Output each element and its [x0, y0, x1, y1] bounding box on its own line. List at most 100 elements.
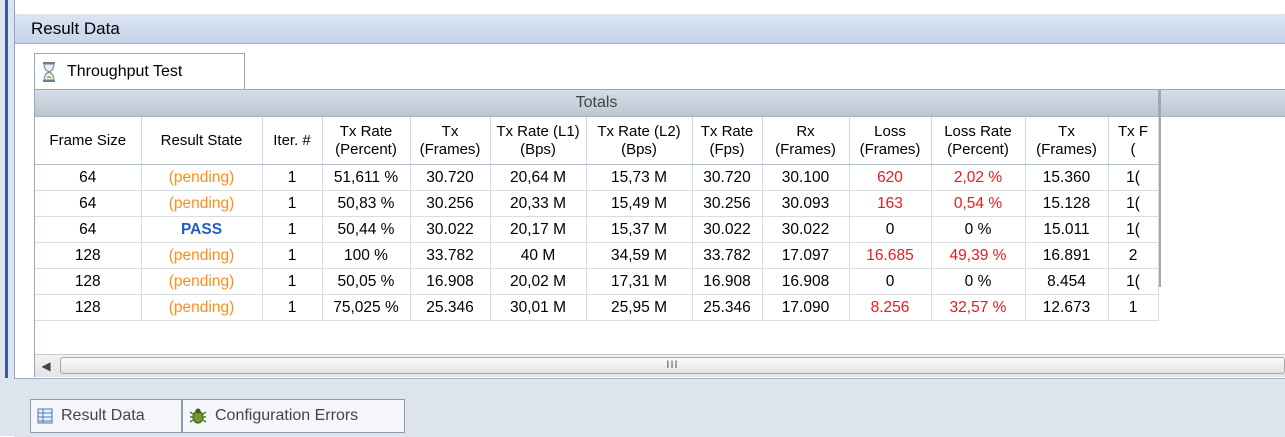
table-cell: 30.093 — [762, 190, 850, 217]
column-header-line1: Tx — [441, 122, 459, 140]
table-cell: 51,611 % — [322, 164, 411, 191]
table-cell: 15,73 M — [586, 164, 693, 191]
table-cell: 620 — [849, 164, 932, 191]
hourglass-icon — [43, 62, 55, 82]
table-cell: 15,37 M — [586, 216, 693, 243]
column-header-line2: ( — [1130, 140, 1136, 158]
table-cell: 1 — [262, 294, 323, 321]
table-cell: 100 % — [322, 242, 411, 269]
table-cell: 30.022 — [692, 216, 763, 243]
table-cell: 30.100 — [762, 164, 850, 191]
table-cell: 30.022 — [762, 216, 850, 243]
table-cell: 16.908 — [410, 268, 491, 295]
tab-result-data[interactable]: Result Data — [30, 399, 182, 433]
column-header[interactable]: Tx F( — [1108, 117, 1159, 165]
column-header-line1: Tx — [1058, 122, 1075, 140]
column-header-line1: Iter. # — [273, 131, 311, 149]
table-row[interactable]: 128 (pending) 1 100 % 33.782 40 M 34,59 M 33.78… — [35, 242, 1159, 269]
column-header[interactable]: Tx Rate (Percent) — [322, 117, 411, 165]
table-cell: 17.090 — [762, 294, 850, 321]
table-cell: 1 — [1108, 294, 1159, 321]
results-grid[interactable]: Totals Frame Size Result State Iter. # Tx R… — [34, 89, 1285, 377]
table-cell: (pending) — [141, 190, 263, 217]
table-cell: 15.128 — [1025, 190, 1109, 217]
scroll-grip: III — [666, 359, 679, 371]
table-cell: (pending) — [141, 242, 263, 269]
table-cell: 25.346 — [410, 294, 491, 321]
table-cell: 1( — [1108, 190, 1159, 217]
grid-icon — [37, 408, 53, 424]
tab-configuration-errors[interactable]: Configuration Errors — [182, 399, 405, 433]
column-header[interactable]: Tx (Frames) — [410, 117, 491, 165]
table-cell: 30,01 M — [490, 294, 587, 321]
table-cell: 8.256 — [849, 294, 932, 321]
column-header-line2: (Percent) — [947, 140, 1009, 158]
column-header[interactable]: Loss (Frames) — [849, 117, 932, 165]
scroll-left-arrow-icon[interactable]: ◀ — [35, 355, 57, 377]
table-cell: 20,33 M — [490, 190, 587, 217]
column-header[interactable]: Loss Rate (Percent) — [931, 117, 1026, 165]
horizontal-scrollbar[interactable]: ◀ III — [35, 354, 1285, 377]
table-row[interactable]: 128 (pending) 1 75,025 % 25.346 30,01 M 25,95 … — [35, 294, 1159, 321]
table-cell: 50,44 % — [322, 216, 411, 243]
table-cell: 1 — [262, 216, 323, 243]
group-header-totals: Totals — [35, 90, 1158, 117]
table-cell: 15.360 — [1025, 164, 1109, 191]
column-header-line2: (Frames) — [859, 140, 921, 158]
table-cell: 20,17 M — [490, 216, 587, 243]
column-header[interactable]: Tx Rate (L1) (Bps) — [490, 117, 587, 165]
table-cell: 1 — [262, 268, 323, 295]
table-cell: 16.908 — [762, 268, 850, 295]
table-cell: 30.256 — [692, 190, 763, 217]
table-cell: 2 — [1108, 242, 1159, 269]
table-cell: 30.022 — [410, 216, 491, 243]
table-cell: 17,31 M — [586, 268, 693, 295]
table-cell: 75,025 % — [322, 294, 411, 321]
result-data-panel: Result Data Throughput Test Totals Frame… — [14, 0, 1285, 378]
table-cell: 20,64 M — [490, 164, 587, 191]
tab-result-data-label: Result Data — [61, 407, 145, 424]
table-cell: 0 % — [931, 216, 1026, 243]
table-cell: (pending) — [141, 268, 263, 295]
column-header[interactable]: Frame Size — [35, 117, 142, 165]
column-header-line1: Result State — [160, 131, 243, 149]
table-cell: 64 — [35, 190, 142, 217]
column-header[interactable]: Rx (Frames) — [762, 117, 850, 165]
table-cell: 16.908 — [692, 268, 763, 295]
table-cell: 2,02 % — [931, 164, 1026, 191]
table-cell: 20,02 M — [490, 268, 587, 295]
column-header[interactable]: Tx (Frames) — [1025, 117, 1109, 165]
table-row[interactable]: 128 (pending) 1 50,05 % 16.908 20,02 M 17,31 M… — [35, 268, 1159, 295]
table-cell: 128 — [35, 294, 142, 321]
table-cell: 33.782 — [410, 242, 491, 269]
column-header-line1: Rx — [796, 122, 815, 140]
tab-throughput-test[interactable]: Throughput Test — [34, 53, 245, 90]
table-cell: 0 — [849, 268, 932, 295]
table-cell: 15.011 — [1025, 216, 1109, 243]
column-header-line1: Tx F — [1118, 122, 1148, 140]
table-cell: 12.673 — [1025, 294, 1109, 321]
column-header-line2: (Bps) — [621, 140, 657, 158]
column-header[interactable]: Tx Rate (Fps) — [692, 117, 763, 165]
column-header[interactable]: Iter. # — [262, 117, 323, 165]
table-row[interactable]: 64 (pending) 1 51,611 % 30.720 20,64 M 15,73 M… — [35, 164, 1159, 191]
table-cell: 16.685 — [849, 242, 932, 269]
table-row[interactable]: 64 PASS 1 50,44 % 30.022 20,17 M 15,37 M 30.022… — [35, 216, 1159, 243]
table-cell: (pending) — [141, 164, 263, 191]
table-cell: 50,05 % — [322, 268, 411, 295]
column-header-line2: (Fps) — [709, 140, 745, 158]
table-cell: 1 — [262, 164, 323, 191]
table-cell: 30.720 — [410, 164, 491, 191]
table-cell: 1( — [1108, 268, 1159, 295]
panel-title: Result Data — [15, 14, 1285, 44]
column-header[interactable]: Result State — [141, 117, 263, 165]
table-cell: 16.891 — [1025, 242, 1109, 269]
table-cell: 25.346 — [692, 294, 763, 321]
group-header-next — [1161, 90, 1285, 117]
column-header-line1: Tx Rate (L1) — [496, 122, 580, 140]
dock-accent-bar — [5, 0, 8, 378]
column-header[interactable]: Tx Rate (L2) (Bps) — [586, 117, 693, 165]
column-header-line1: Frame Size — [49, 131, 127, 149]
scroll-thumb[interactable]: III — [60, 357, 1285, 374]
table-row[interactable]: 64 (pending) 1 50,83 % 30.256 20,33 M 15,49 M3… — [35, 190, 1159, 217]
